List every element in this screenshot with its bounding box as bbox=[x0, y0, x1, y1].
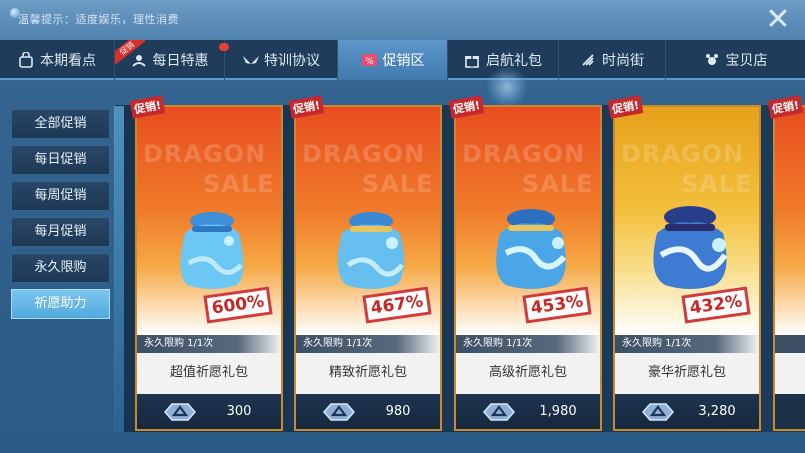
product-card-2[interactable]: DRAGON SALE 467% 永久限购 1/1次 精致祈愿礼包 980 bbox=[294, 105, 442, 431]
tab-label: 启航礼包 bbox=[486, 53, 542, 69]
wish-bag-icon bbox=[180, 212, 244, 289]
svg-text:%: % bbox=[365, 57, 374, 67]
gem-currency-icon bbox=[483, 403, 515, 421]
tab-label: 每日特惠 bbox=[152, 53, 209, 69]
product-card-1[interactable]: DRAGON SALE 600% 永久限购 1/1次 超值祈愿礼包 300 bbox=[135, 105, 283, 431]
product-card-5-partial[interactable] bbox=[773, 105, 805, 431]
price-value: 300 bbox=[226, 404, 252, 419]
buy-button[interactable] bbox=[775, 394, 805, 429]
tab-daily-deals[interactable]: 促销 每日特惠 bbox=[115, 40, 227, 80]
product-name: 精致祈愿礼包 bbox=[328, 365, 407, 380]
sidebar-item-permanent-limit[interactable]: 永久限购 bbox=[11, 253, 110, 283]
buy-button[interactable]: 1,980 bbox=[456, 394, 600, 429]
wish-bag-icon bbox=[496, 209, 567, 289]
tab-label: 本期看点 bbox=[40, 53, 96, 69]
bag-icon bbox=[18, 51, 34, 68]
top-bar: 温馨提示：适度娱乐，理性消费 ✕ bbox=[0, 0, 805, 40]
sidebar-item-monthly-sales[interactable]: 每月促销 bbox=[11, 217, 110, 247]
sidebar-item-wish-boost[interactable]: 祈愿助力 bbox=[11, 289, 110, 319]
purchase-limit-label: 永久限购 1/1次 bbox=[137, 335, 281, 353]
card-art bbox=[775, 107, 805, 335]
price-value: 3,280 bbox=[698, 404, 736, 419]
hanger-icon bbox=[580, 52, 596, 68]
buy-button[interactable]: 300 bbox=[137, 394, 281, 429]
close-button[interactable]: ✕ bbox=[761, 3, 795, 37]
game-shop-screen: 温馨提示：适度娱乐，理性消费 ✕ 本期看点 促销 每日特惠 特训协议 % 促销区… bbox=[0, 0, 805, 453]
gift-icon bbox=[464, 52, 480, 68]
sale-ribbon: 促销 bbox=[115, 40, 145, 64]
product-name: 超值祈愿礼包 bbox=[169, 365, 248, 380]
sale-tag-icon: % bbox=[361, 52, 377, 68]
gem-currency-icon bbox=[642, 403, 674, 421]
tab-label: 时尚街 bbox=[602, 53, 644, 69]
sidebar-item-weekly-sales[interactable]: 每周促销 bbox=[11, 181, 110, 211]
product-card-3[interactable]: DRAGON SALE 453% 永久限购 1/1次 高级祈愿礼包 1,980 bbox=[454, 105, 602, 431]
buy-button[interactable]: 3,280 bbox=[615, 394, 759, 429]
tab-bar: 本期看点 促销 每日特惠 特训协议 % 促销区 启航礼包 时尚街 宝贝店 bbox=[0, 40, 805, 80]
watermark-text: DRAGON bbox=[143, 140, 267, 168]
gem-currency-icon bbox=[164, 403, 196, 421]
sparkle-glow-icon bbox=[487, 67, 527, 107]
wish-bag-icon bbox=[337, 212, 405, 289]
tab-training[interactable]: 特训协议 bbox=[221, 40, 338, 80]
gem-currency-icon bbox=[323, 403, 355, 421]
product-card-4[interactable]: DRAGON SALE 432% 永久限购 1/1次 豪华祈愿礼包 3,280 bbox=[613, 105, 761, 431]
buy-button[interactable]: 980 bbox=[296, 394, 440, 429]
pet-icon bbox=[704, 52, 720, 68]
wish-bag-icon bbox=[653, 206, 728, 289]
purchase-limit-label: 永久限购 1/1次 bbox=[456, 335, 600, 353]
price-value: 1,980 bbox=[539, 404, 577, 419]
tab-sale-zone[interactable]: % 促销区 bbox=[338, 40, 448, 80]
sidebar: 全部促销 每日促销 每周促销 每月促销 永久限购 祈愿助力 bbox=[11, 109, 110, 325]
tab-highlights[interactable]: 本期看点 bbox=[0, 40, 115, 80]
wings-icon bbox=[242, 52, 259, 68]
price-value: 980 bbox=[385, 404, 411, 419]
panel-divider bbox=[114, 106, 124, 432]
watermark-text: DRAGON bbox=[302, 140, 426, 168]
tab-fashion-street[interactable]: 时尚街 bbox=[559, 40, 666, 80]
sidebar-item-daily-sales[interactable]: 每日促销 bbox=[11, 145, 110, 175]
watermark-text: DRAGON bbox=[462, 140, 586, 168]
purchase-limit-label bbox=[775, 335, 805, 353]
purchase-limit-label: 永久限购 1/1次 bbox=[296, 335, 440, 353]
tab-label: 宝贝店 bbox=[725, 53, 768, 69]
product-name: 高级祈愿礼包 bbox=[488, 365, 567, 380]
tab-label: 促销区 bbox=[382, 53, 425, 69]
sidebar-item-all-sales[interactable]: 全部促销 bbox=[11, 109, 110, 139]
purchase-limit-label: 永久限购 1/1次 bbox=[615, 335, 759, 353]
notice-text: 温馨提示：适度娱乐，理性消费 bbox=[18, 13, 179, 26]
notification-dot bbox=[221, 43, 229, 51]
tab-pet-shop[interactable]: 宝贝店 bbox=[666, 40, 805, 80]
product-name: 豪华祈愿礼包 bbox=[647, 365, 726, 380]
watermark-text: DRAGON bbox=[621, 140, 745, 168]
tab-label: 特训协议 bbox=[264, 53, 320, 69]
